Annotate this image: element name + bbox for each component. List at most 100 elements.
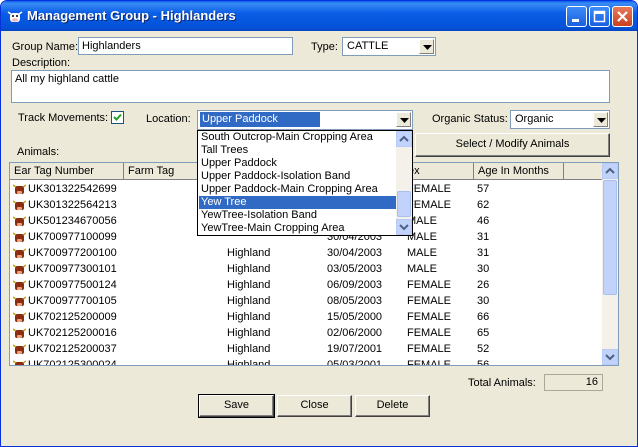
type-dropdown-button[interactable] xyxy=(419,39,434,54)
table-cell: 26 xyxy=(477,279,490,291)
cow-icon xyxy=(13,264,26,274)
table-cell: 19/07/2001 xyxy=(327,343,383,355)
location-dropdown-button[interactable] xyxy=(396,112,411,127)
table-row[interactable]: UK700977700105 Highland 08/05/2003 FEMALE 30 xyxy=(10,293,604,309)
table-cell: Highland xyxy=(227,311,271,323)
table-cell: FEMALE xyxy=(407,199,452,211)
cow-icon xyxy=(13,216,26,226)
dropdown-scroll-thumb[interactable] xyxy=(397,191,411,217)
table-cell: 57 xyxy=(477,183,490,195)
location-option[interactable]: Tall Trees xyxy=(199,144,398,157)
table-cell: UK702125200037 xyxy=(28,343,117,355)
maximize-button[interactable] xyxy=(589,6,610,27)
chevron-up-icon xyxy=(399,135,409,142)
table-cell: 15/05/2000 xyxy=(327,311,383,323)
location-option[interactable]: Upper Paddock xyxy=(199,157,398,170)
table-row[interactable]: UK700977200100 Highland 30/04/2003 MALE 31 xyxy=(10,245,604,261)
table-cell: FEMALE xyxy=(407,311,452,323)
table-cell: FEMALE xyxy=(407,183,452,195)
location-option[interactable]: YewTree-Main Cropping Area xyxy=(199,222,398,235)
description-field[interactable]: All my highland cattle xyxy=(11,70,610,103)
close-window-button[interactable] xyxy=(612,6,633,27)
title-bar[interactable]: Management Group - Highlanders xyxy=(1,1,637,31)
table-cell: UK702125300024 xyxy=(28,359,117,366)
table-cell: UK700977500124 xyxy=(28,279,117,291)
table-cell: Highland xyxy=(227,295,271,307)
type-label: Type: xyxy=(311,41,338,53)
cow-icon xyxy=(13,184,26,194)
description-label: Description: xyxy=(12,57,71,69)
table-scrollbar[interactable] xyxy=(602,163,618,365)
table-cell: 31 xyxy=(477,247,490,259)
minimize-icon xyxy=(572,19,579,22)
track-movements-checkbox[interactable] xyxy=(111,111,124,124)
total-animals-value: 16 xyxy=(544,374,603,391)
save-button[interactable]: Save xyxy=(198,394,275,418)
table-cell: 52 xyxy=(477,343,490,355)
table-cell: 66 xyxy=(477,311,490,323)
table-cell: UK700977200100 xyxy=(28,247,117,259)
location-option[interactable]: Upper Paddock-Isolation Band xyxy=(199,170,398,183)
total-animals-label: Total Animals: xyxy=(468,377,536,389)
table-cell: Highland xyxy=(227,263,271,275)
chevron-down-icon xyxy=(605,354,615,361)
table-cell: 06/09/2003 xyxy=(327,279,383,291)
group-name-field[interactable]: Highlanders xyxy=(78,37,293,55)
table-cell: 05/03/2001 xyxy=(327,359,383,366)
location-option[interactable]: South Outcrop-Main Cropping Area xyxy=(199,131,398,144)
animals-label: Animals: xyxy=(17,146,60,158)
table-row[interactable]: UK702125300024 Highland 05/03/2001 FEMALE 56 xyxy=(10,357,604,366)
type-select[interactable]: CATTLE xyxy=(342,37,436,56)
chevron-up-icon xyxy=(605,167,615,174)
table-cell: 30/04/2003 xyxy=(327,247,383,259)
cow-app-icon xyxy=(7,11,23,22)
table-cell: Highland xyxy=(227,279,271,291)
table-cell: UK700977100099 xyxy=(28,231,117,243)
location-label: Location: xyxy=(146,113,191,125)
table-row[interactable]: UK702125200037 Highland 19/07/2001 FEMALE 52 xyxy=(10,341,604,357)
table-row[interactable]: UK702125200009 Highland 15/05/2000 FEMALE 66 xyxy=(10,309,604,325)
location-option[interactable]: YewTree-Isolation Band xyxy=(199,209,398,222)
select-modify-animals-button[interactable]: Select / Modify Animals xyxy=(415,133,610,157)
organic-status-value: Organic xyxy=(515,113,554,125)
minimize-button[interactable] xyxy=(566,6,587,27)
column-header[interactable]: Ear Tag Number xyxy=(10,163,124,180)
location-option[interactable]: Upper Paddock-Main Cropping Area xyxy=(199,183,398,196)
table-cell: Highland xyxy=(227,343,271,355)
chevron-down-icon xyxy=(399,224,409,231)
table-cell: 31 xyxy=(477,231,490,243)
table-cell: 65 xyxy=(477,327,490,339)
table-cell: MALE xyxy=(407,247,437,259)
close-icon xyxy=(617,11,628,22)
dropdown-scrollbar[interactable] xyxy=(396,131,412,235)
scroll-up-button[interactable] xyxy=(602,163,618,179)
dropdown-scroll-up[interactable] xyxy=(396,131,412,147)
dropdown-scroll-down[interactable] xyxy=(396,219,412,235)
column-header[interactable]: Age In Months xyxy=(474,163,564,180)
cow-icon xyxy=(13,312,26,322)
table-cell: Highland xyxy=(227,247,271,259)
group-name-label: Group Name: xyxy=(12,41,79,53)
organic-status-select[interactable]: Organic xyxy=(510,110,610,129)
table-row[interactable]: UK700977500124 Highland 06/09/2003 FEMALE 26 xyxy=(10,277,604,293)
table-cell: Highland xyxy=(227,327,271,339)
scroll-thumb[interactable] xyxy=(603,180,617,295)
delete-button[interactable]: Delete xyxy=(355,395,430,417)
table-cell: 03/05/2003 xyxy=(327,263,383,275)
table-cell: 62 xyxy=(477,199,490,211)
organic-dropdown-button[interactable] xyxy=(593,112,608,127)
location-select[interactable]: Upper Paddock xyxy=(197,110,413,130)
chevron-down-icon xyxy=(400,118,409,123)
table-cell: UK702125200009 xyxy=(28,311,117,323)
table-cell: FEMALE xyxy=(407,327,452,339)
column-header[interactable]: ex xyxy=(404,163,474,180)
table-cell: 56 xyxy=(477,359,490,366)
table-row[interactable]: UK700977300101 Highland 03/05/2003 MALE 30 xyxy=(10,261,604,277)
type-select-value: CATTLE xyxy=(347,40,389,52)
close-button[interactable]: Close xyxy=(277,395,352,417)
location-option[interactable]: Yew Tree xyxy=(199,196,398,209)
table-row[interactable]: UK702125200016 Highland 02/06/2000 FEMALE 65 xyxy=(10,325,604,341)
location-dropdown-list[interactable]: South Outcrop-Main Cropping Area Tall Tre… xyxy=(197,130,413,236)
scroll-down-button[interactable] xyxy=(602,349,618,365)
cow-icon xyxy=(13,360,26,365)
